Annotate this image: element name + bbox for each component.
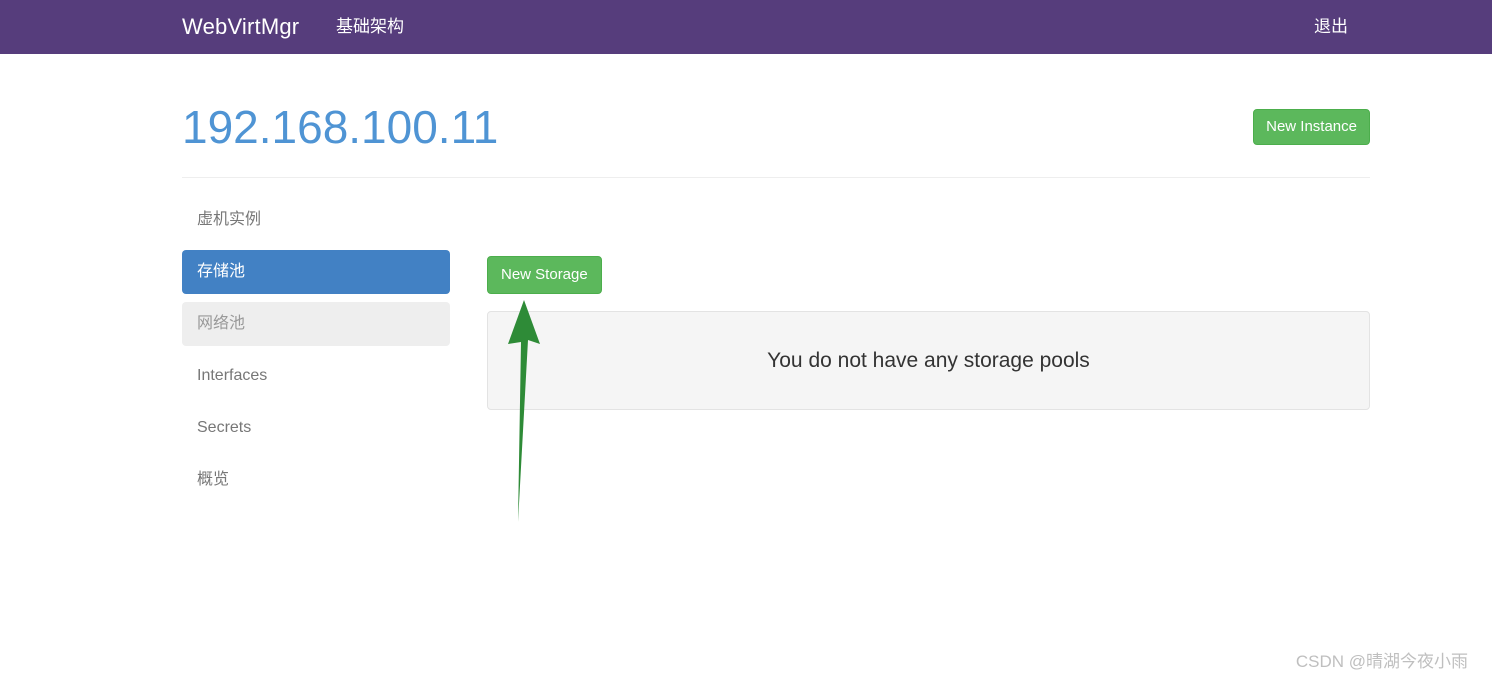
new-storage-button[interactable]: New Storage [487, 256, 602, 294]
page-header: 192.168.100.11 New Instance [182, 98, 1370, 178]
csdn-watermark: CSDN @晴湖今夜小雨 [1295, 652, 1468, 671]
storage-pools-empty-panel: You do not have any storage pools [487, 311, 1370, 410]
top-navbar: WebVirtMgr 基础架构 退出 [0, 0, 1492, 54]
sidebar-item-interfaces[interactable]: Interfaces [182, 354, 450, 398]
brand-logo[interactable]: WebVirtMgr [182, 12, 299, 42]
sidebar-item-secrets[interactable]: Secrets [182, 406, 450, 450]
page-container: 192.168.100.11 New Instance 虚机实例 存储池 网络池… [0, 54, 1492, 688]
nav-link-infrastructure[interactable]: 基础架构 [336, 15, 404, 39]
new-instance-button[interactable]: New Instance [1253, 109, 1370, 145]
sidebar-nav: 虚机实例 存储池 网络池 Interfaces Secrets 概览 [182, 198, 450, 510]
sidebar-item-overview[interactable]: 概览 [182, 458, 450, 502]
sidebar-item-storages[interactable]: 存储池 [182, 250, 450, 294]
page-title: 192.168.100.11 [182, 101, 499, 153]
empty-state-message: You do not have any storage pools [767, 348, 1090, 372]
sidebar-item-instances[interactable]: 虚机实例 [182, 198, 450, 242]
nav-link-logout[interactable]: 退出 [1314, 15, 1348, 39]
sidebar-item-networks[interactable]: 网络池 [182, 302, 450, 346]
